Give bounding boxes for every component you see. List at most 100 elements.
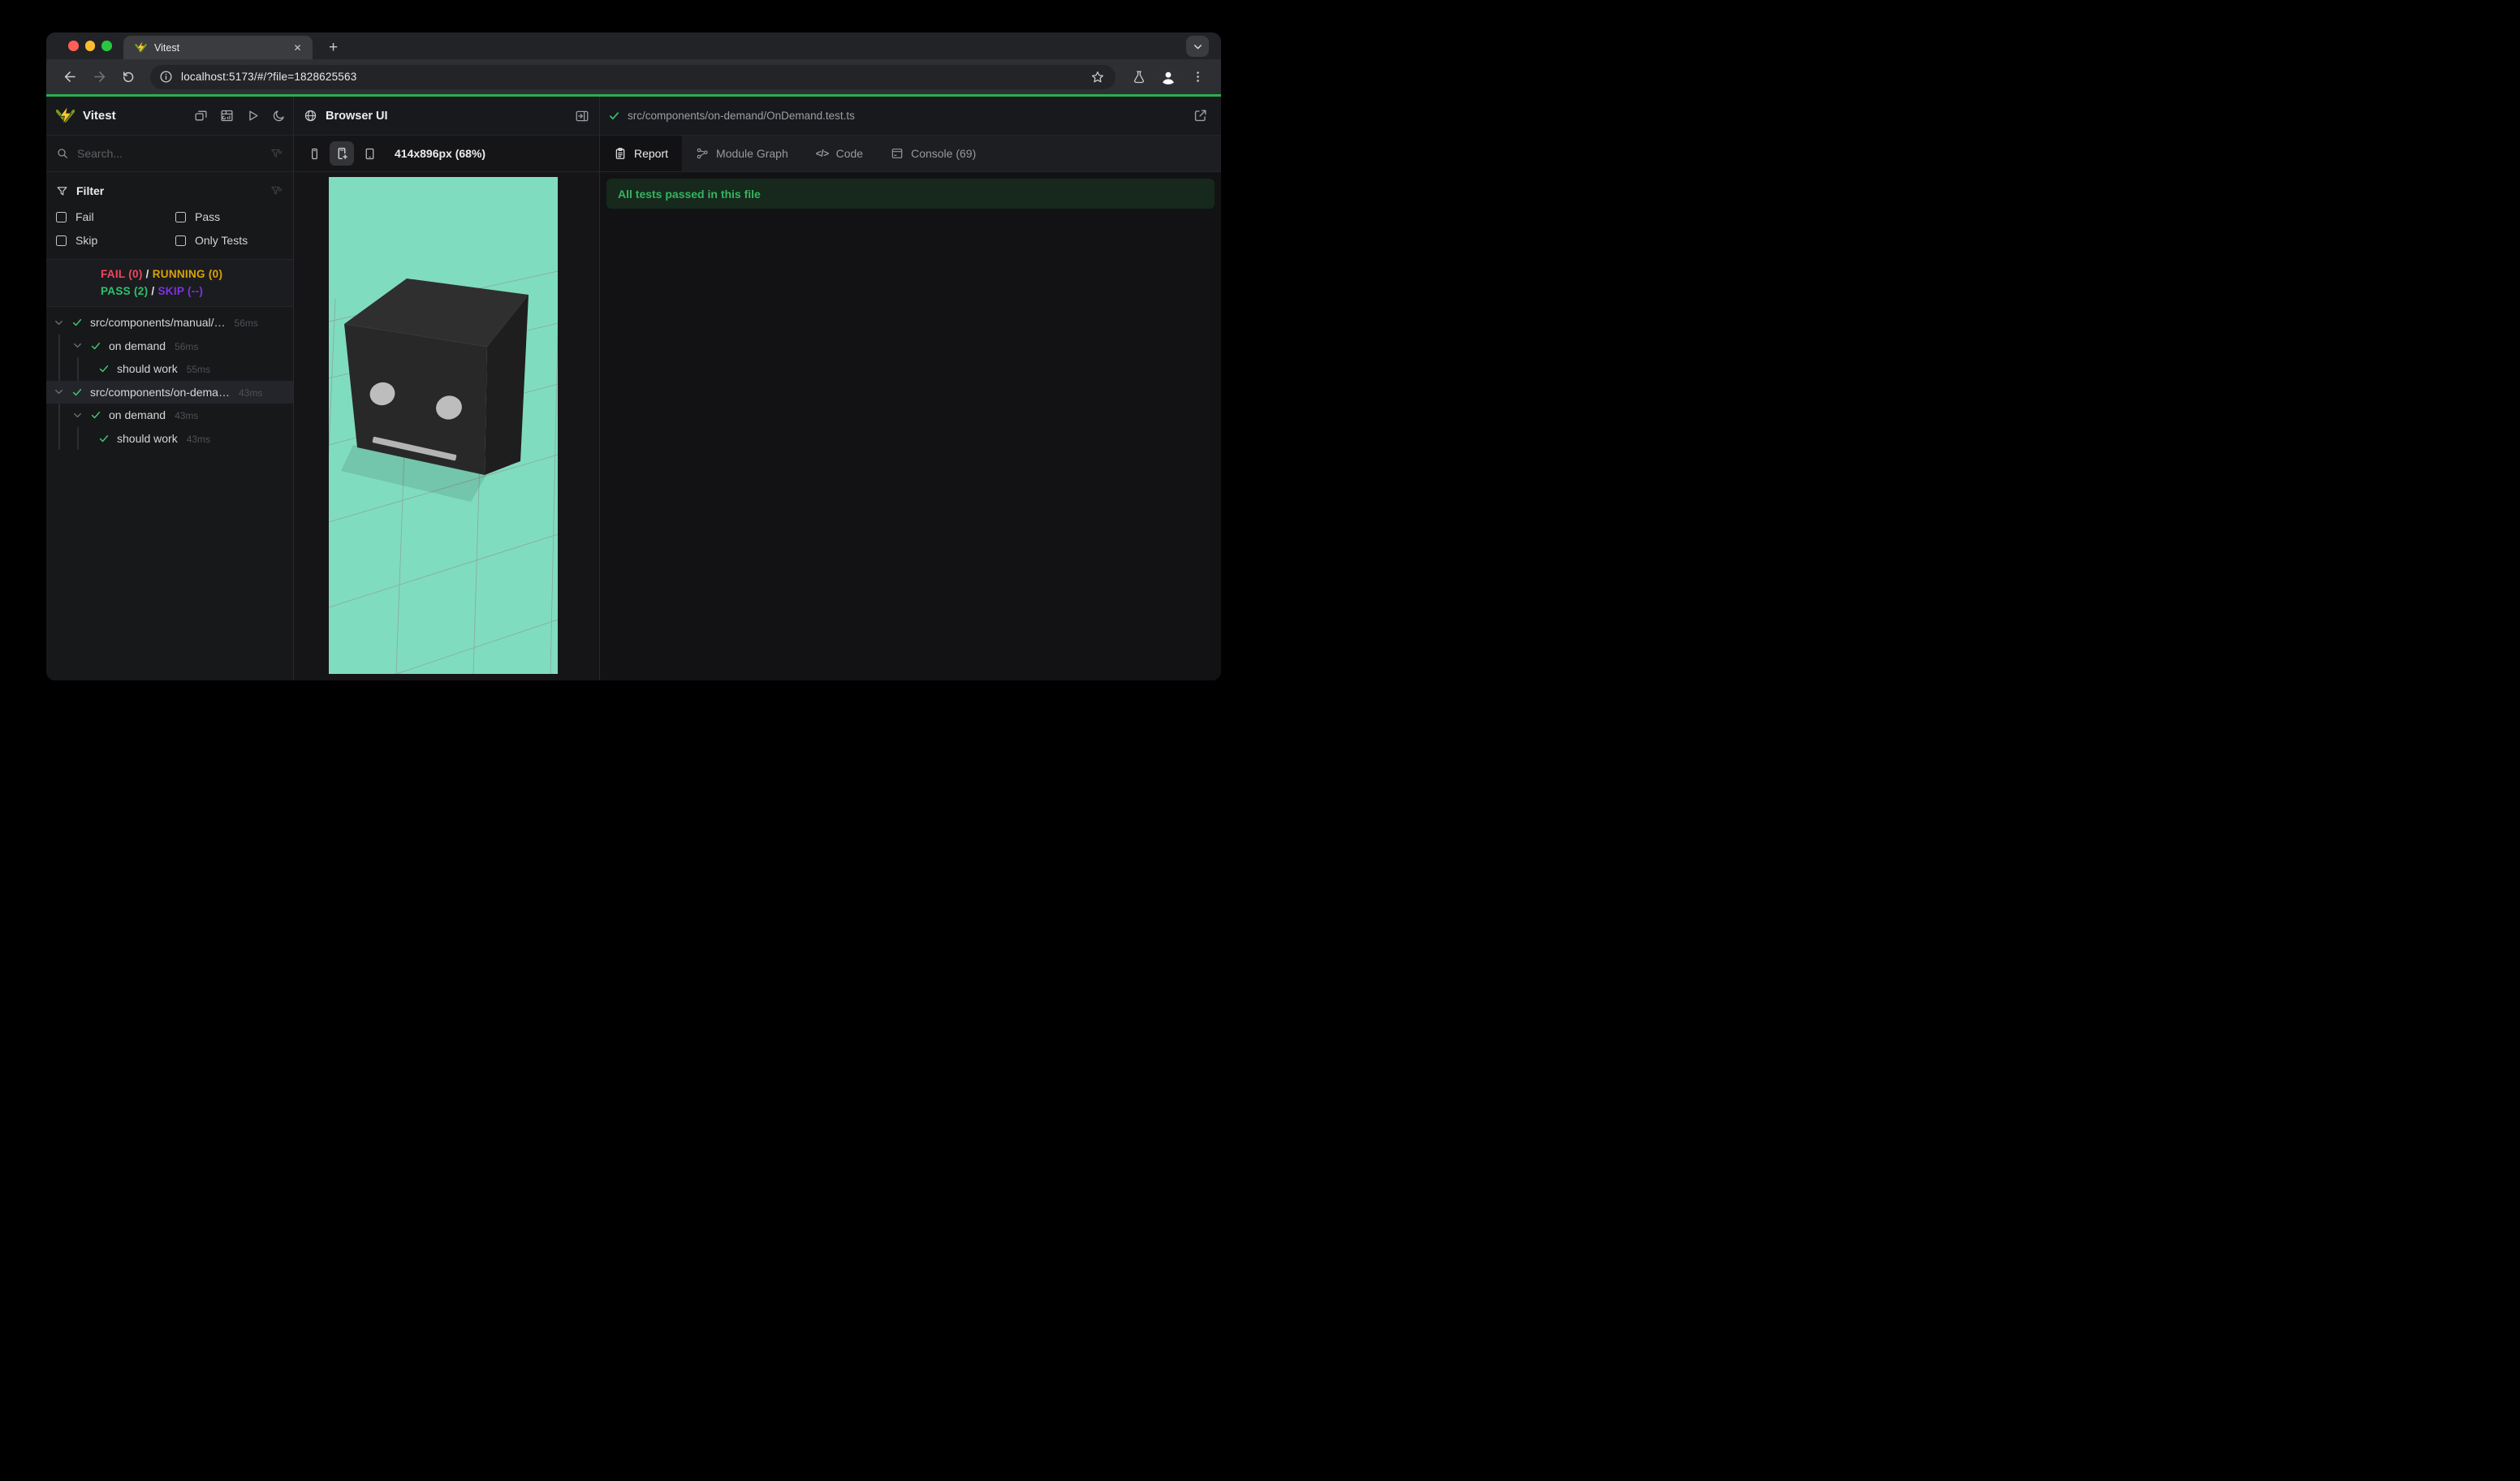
chevron-down-icon (1193, 44, 1202, 49)
tree-guide-line (77, 357, 79, 381)
back-arrow-icon (64, 71, 76, 82)
filter-checkbox-only-tests[interactable]: Only Tests (175, 231, 283, 249)
app-title: Vitest (83, 109, 116, 123)
browser-tab-vitest[interactable]: Vitest ✕ (123, 36, 313, 59)
clear-filter-icon[interactable] (270, 184, 283, 198)
profile-avatar[interactable] (1156, 65, 1180, 89)
reload-icon (123, 71, 134, 82)
preset-phone-small-button[interactable] (302, 141, 326, 166)
browser-window: Vitest ✕ + localhost:5173/#/?file=182862… (46, 32, 1221, 680)
clear-filter-icon[interactable] (270, 147, 283, 161)
check-icon (72, 319, 82, 326)
viewport-size-label[interactable]: 414x896px (68%) (395, 147, 485, 160)
tab-report[interactable]: Report (600, 136, 683, 171)
zoom-window-button[interactable] (101, 41, 112, 51)
viewport-area (294, 172, 599, 680)
chevron-down-icon[interactable] (54, 317, 64, 328)
tested-app-viewport[interactable] (329, 177, 558, 674)
search-icon (58, 149, 67, 158)
tab-search-button[interactable] (1186, 36, 1209, 57)
tree-guide-line (58, 426, 60, 450)
preset-phone-plus-button[interactable] (330, 141, 354, 166)
collapse-panels-icon[interactable] (194, 109, 208, 123)
reload-button[interactable] (116, 65, 140, 89)
chevron-down-icon[interactable] (72, 340, 83, 351)
dashboard-report-icon[interactable] (220, 109, 234, 123)
vitest-favicon-icon (135, 41, 147, 53)
tab-console[interactable]: Console (69) (877, 136, 990, 171)
tablet-icon (365, 148, 373, 159)
filter-funnel-icon (57, 186, 67, 195)
menu-kebab-icon[interactable] (1185, 65, 1210, 89)
browser-toolbar: localhost:5173/#/?file=1828625563 (46, 59, 1221, 94)
running-count: RUNNING (0) (152, 268, 223, 280)
phone-icon (311, 148, 317, 159)
tree-guide-line (58, 357, 60, 381)
open-in-editor-icon[interactable] (1193, 108, 1208, 123)
dock-panel-right-icon[interactable] (575, 109, 589, 123)
test-tree-row[interactable]: on demand 56ms (46, 334, 293, 357)
forward-button[interactable] (87, 65, 111, 89)
close-window-button[interactable] (68, 41, 79, 51)
phone-plus-icon (338, 147, 348, 160)
address-bar[interactable]: localhost:5173/#/?file=1828625563 (150, 64, 1115, 89)
globe-icon (304, 110, 317, 122)
browser-ui-title: Browser UI (326, 109, 388, 123)
test-tree-row[interactable]: should work 43ms (46, 426, 293, 450)
check-icon (99, 434, 109, 443)
file-header: src/components/on-demand/OnDemand.test.t… (600, 97, 1221, 136)
fail-count: FAIL (0) (101, 268, 143, 280)
pass-count: PASS (2) (101, 285, 149, 297)
chevron-down-icon[interactable] (72, 410, 83, 421)
filter-title: Filter (76, 184, 105, 197)
test-summary: FAIL (0) / RUNNING (0) PASS (2) / SKIP (--) (46, 260, 293, 307)
url-text[interactable]: localhost:5173/#/?file=1828625563 (181, 71, 1088, 83)
search-row (46, 136, 293, 172)
back-button[interactable] (58, 65, 82, 89)
tab-module-graph[interactable]: Module Graph (682, 136, 802, 171)
vitest-ui: Vitest Filter (46, 97, 1221, 680)
traffic-lights (68, 41, 112, 51)
console-icon (891, 149, 903, 158)
bookmark-star-icon[interactable] (1088, 67, 1107, 87)
filter-checkbox-pass[interactable]: Pass (175, 208, 283, 226)
preset-tablet-button[interactable] (357, 141, 382, 166)
tree-guide-line (58, 334, 60, 357)
tab-code[interactable]: </> Code (802, 136, 877, 171)
test-tree-row[interactable]: on demand 43ms (46, 404, 293, 427)
tree-guide-line (77, 426, 79, 450)
desktop-background: Vitest ✕ + localhost:5173/#/?file=182862… (0, 0, 1260, 740)
forward-arrow-icon (93, 71, 105, 82)
test-tree-row[interactable]: src/components/manual/… 56ms (46, 311, 293, 335)
check-icon (91, 342, 101, 350)
threejs-robot-cube-scene (329, 177, 558, 674)
checkbox[interactable] (56, 235, 67, 246)
filter-checkbox-skip[interactable]: Skip (56, 231, 175, 249)
check-icon (610, 112, 619, 120)
tab-close-icon[interactable]: ✕ (291, 41, 304, 54)
experiments-flask-icon[interactable] (1127, 65, 1151, 89)
filter-section: Filter Fail Pass Skip Only Tests (46, 172, 293, 260)
check-icon (99, 365, 109, 373)
search-input[interactable] (77, 147, 270, 160)
run-all-play-icon[interactable] (246, 109, 260, 123)
report-panel: src/components/on-demand/OnDemand.test.t… (600, 97, 1221, 680)
test-tree-row-selected[interactable]: src/components/on-dema… 43ms (46, 380, 293, 404)
skip-count: SKIP (--) (158, 285, 204, 297)
vitest-logo-icon (56, 106, 75, 124)
report-tabbar: Report Module Graph </> Code Console (69… (600, 136, 1221, 172)
tab-title: Vitest (154, 41, 180, 54)
test-tree-row[interactable]: should work 55ms (46, 357, 293, 381)
minimize-window-button[interactable] (84, 41, 95, 51)
dark-mode-moon-icon[interactable] (272, 109, 286, 123)
chevron-down-icon[interactable] (54, 386, 64, 397)
checkbox[interactable] (175, 211, 186, 222)
filter-checkbox-fail[interactable]: Fail (56, 208, 175, 226)
checkbox[interactable] (56, 211, 67, 222)
new-tab-button[interactable]: + (322, 37, 344, 58)
test-tree: src/components/manual/… 56ms on demand 56m… (46, 307, 293, 680)
checkbox[interactable] (175, 235, 186, 246)
check-icon (72, 388, 82, 396)
sidebar-header: Vitest (46, 97, 293, 136)
site-info-icon[interactable] (157, 68, 175, 86)
